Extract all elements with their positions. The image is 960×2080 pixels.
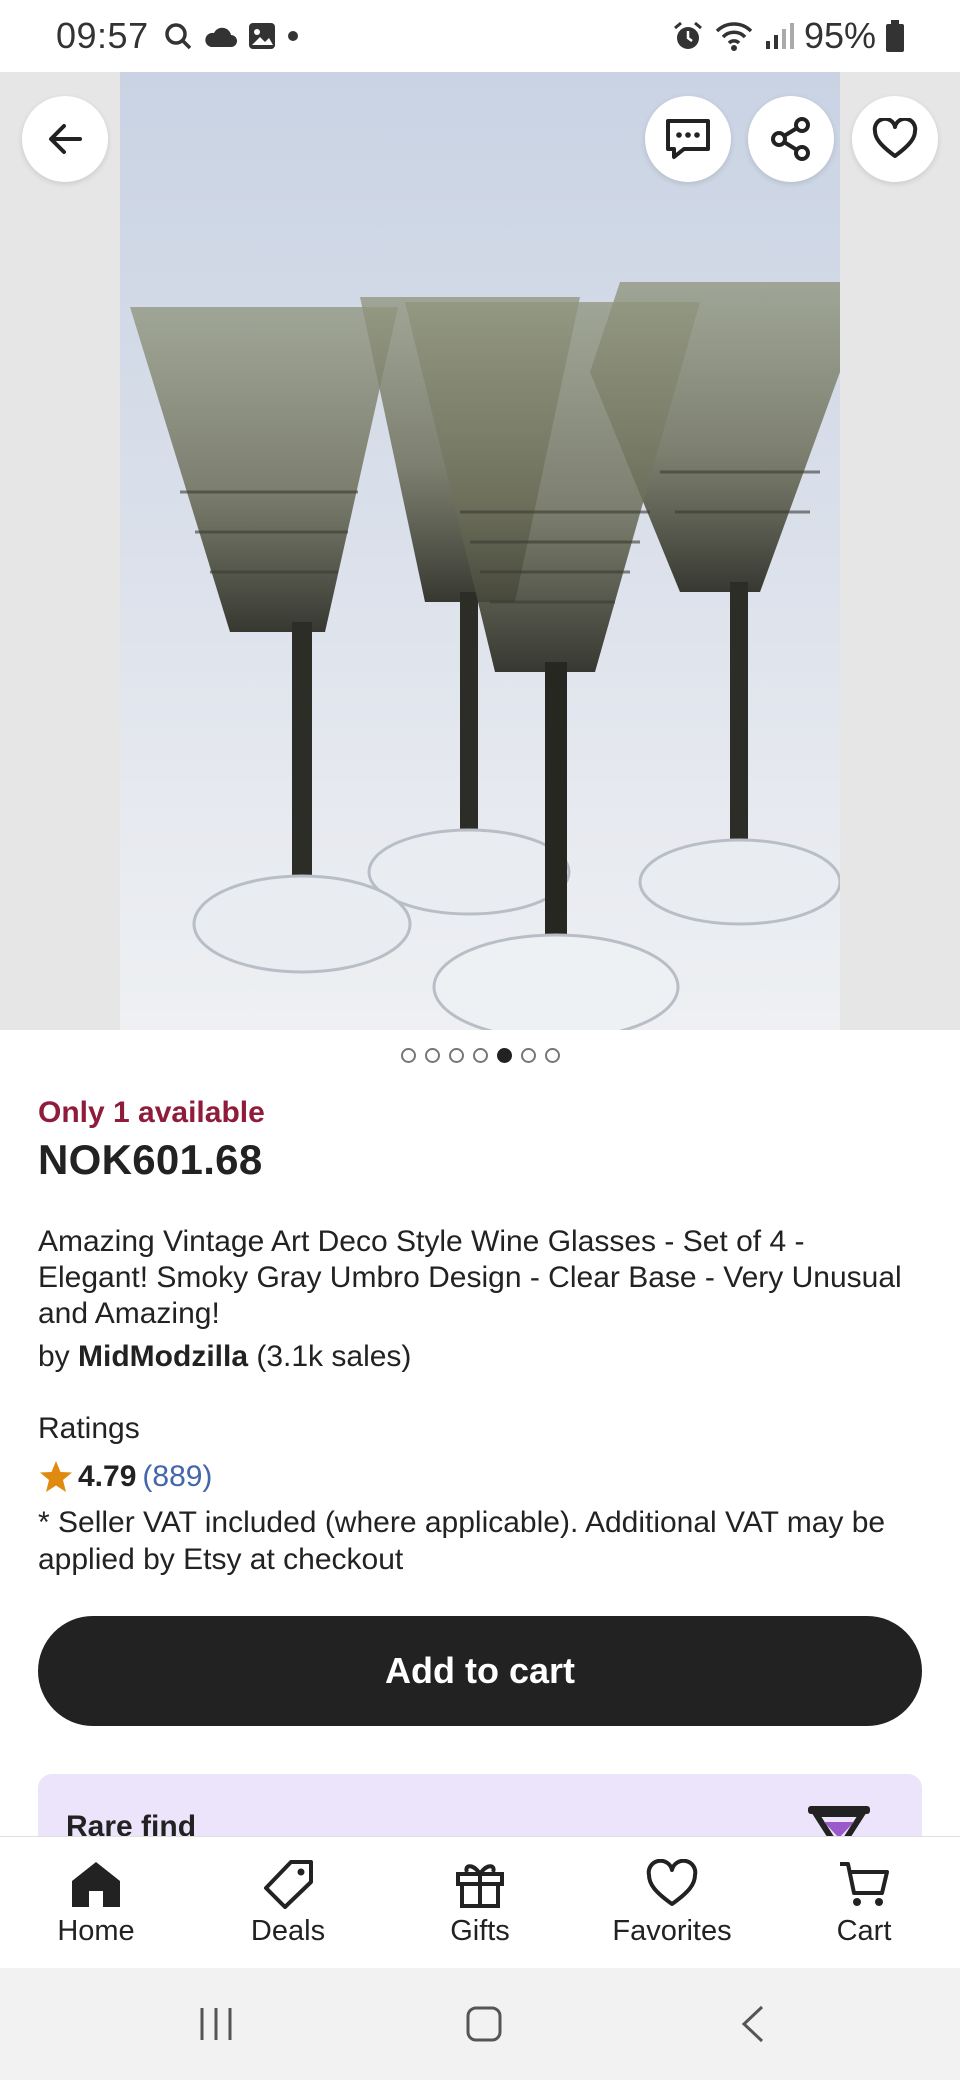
favorite-button[interactable] bbox=[852, 96, 938, 182]
home-square-icon bbox=[466, 2006, 502, 2042]
home-icon bbox=[72, 1862, 120, 1907]
search-notification-icon bbox=[164, 23, 191, 50]
gallery-dot[interactable] bbox=[400, 1048, 416, 1063]
star-icon bbox=[40, 1461, 72, 1492]
ratings-label: Ratings bbox=[38, 1412, 140, 1445]
signal-icon bbox=[765, 23, 794, 49]
status-notification-icons bbox=[163, 21, 299, 51]
cart-icon bbox=[840, 1862, 889, 1906]
wifi-icon bbox=[715, 22, 753, 51]
alarm-icon bbox=[673, 21, 702, 49]
availability-label: Only 1 available bbox=[38, 1096, 265, 1129]
nav-cart[interactable]: Cart bbox=[768, 1837, 960, 1968]
nav-deals[interactable]: Deals bbox=[192, 1837, 384, 1968]
gallery-dot[interactable] bbox=[424, 1048, 440, 1063]
gallery-dot[interactable] bbox=[472, 1048, 488, 1063]
dot-icon bbox=[287, 31, 298, 41]
seller-line: by MidModzilla (3.1k sales) bbox=[38, 1340, 922, 1374]
heart-icon bbox=[872, 118, 918, 158]
message-icon bbox=[666, 119, 710, 159]
gallery-dot[interactable] bbox=[520, 1048, 536, 1063]
nav-home[interactable]: Home bbox=[0, 1837, 192, 1968]
nav-favorites[interactable]: Favorites bbox=[576, 1837, 768, 1968]
nav-favorites-label: Favorites bbox=[612, 1915, 732, 1947]
gallery-pagination bbox=[0, 1048, 960, 1063]
back-button[interactable] bbox=[22, 96, 108, 182]
product-image-gallery[interactable] bbox=[0, 72, 960, 1030]
system-navigation-bar bbox=[0, 1968, 960, 2080]
rating-count-link[interactable]: (889) bbox=[142, 1460, 212, 1494]
battery-percentage: 95% bbox=[803, 15, 876, 56]
product-title: Amazing Vintage Art Deco Style Wine Glas… bbox=[38, 1225, 902, 1330]
heart-icon bbox=[646, 1859, 698, 1906]
arrow-left-icon bbox=[49, 124, 82, 154]
nav-gifts-label: Gifts bbox=[450, 1915, 510, 1947]
gallery-dot[interactable] bbox=[544, 1048, 560, 1063]
message-seller-button[interactable] bbox=[645, 96, 731, 182]
cloud-icon bbox=[204, 27, 237, 47]
product-photo bbox=[120, 72, 840, 1030]
status-system-icons: 95% bbox=[672, 15, 904, 57]
home-system-button[interactable] bbox=[452, 1992, 516, 2056]
rating-row[interactable]: 4.79 (889) bbox=[38, 1460, 922, 1494]
add-to-cart-button[interactable]: Add to cart bbox=[38, 1616, 922, 1726]
gift-icon bbox=[456, 1864, 504, 1908]
vat-note: * Seller VAT included (where applicable)… bbox=[38, 1506, 886, 1576]
nav-home-label: Home bbox=[57, 1915, 135, 1947]
wine-glasses-illustration bbox=[130, 282, 840, 1030]
back-system-button[interactable] bbox=[722, 1992, 786, 2056]
nav-deals-label: Deals bbox=[250, 1915, 326, 1947]
seller-sales: (3.1k sales) bbox=[256, 1340, 412, 1373]
status-bar: 09:57 95% bbox=[0, 0, 960, 72]
gallery-icon bbox=[248, 23, 275, 49]
chevron-left-icon bbox=[741, 2005, 764, 2043]
bottom-navigation: Home Deals Gifts Favorites Cart bbox=[0, 1836, 960, 1968]
by-prefix: by bbox=[38, 1340, 70, 1373]
share-icon bbox=[771, 117, 810, 161]
rating-value: 4.79 bbox=[78, 1460, 137, 1493]
recent-apps-button[interactable] bbox=[184, 1992, 248, 2056]
battery-icon bbox=[886, 20, 904, 52]
gallery-dot[interactable] bbox=[448, 1048, 464, 1063]
share-button[interactable] bbox=[748, 96, 834, 182]
tag-icon bbox=[264, 1860, 313, 1909]
price: NOK601.68 bbox=[38, 1136, 263, 1183]
status-time: 09:57 bbox=[56, 15, 149, 56]
recent-apps-icon bbox=[200, 2008, 232, 2040]
seller-link[interactable]: MidModzilla bbox=[78, 1340, 248, 1373]
nav-cart-label: Cart bbox=[836, 1915, 892, 1947]
gallery-dot[interactable] bbox=[496, 1048, 512, 1063]
nav-gifts[interactable]: Gifts bbox=[384, 1837, 576, 1968]
product-info: Only 1 available NOK601.68 Amazing Vinta… bbox=[38, 1096, 922, 1578]
